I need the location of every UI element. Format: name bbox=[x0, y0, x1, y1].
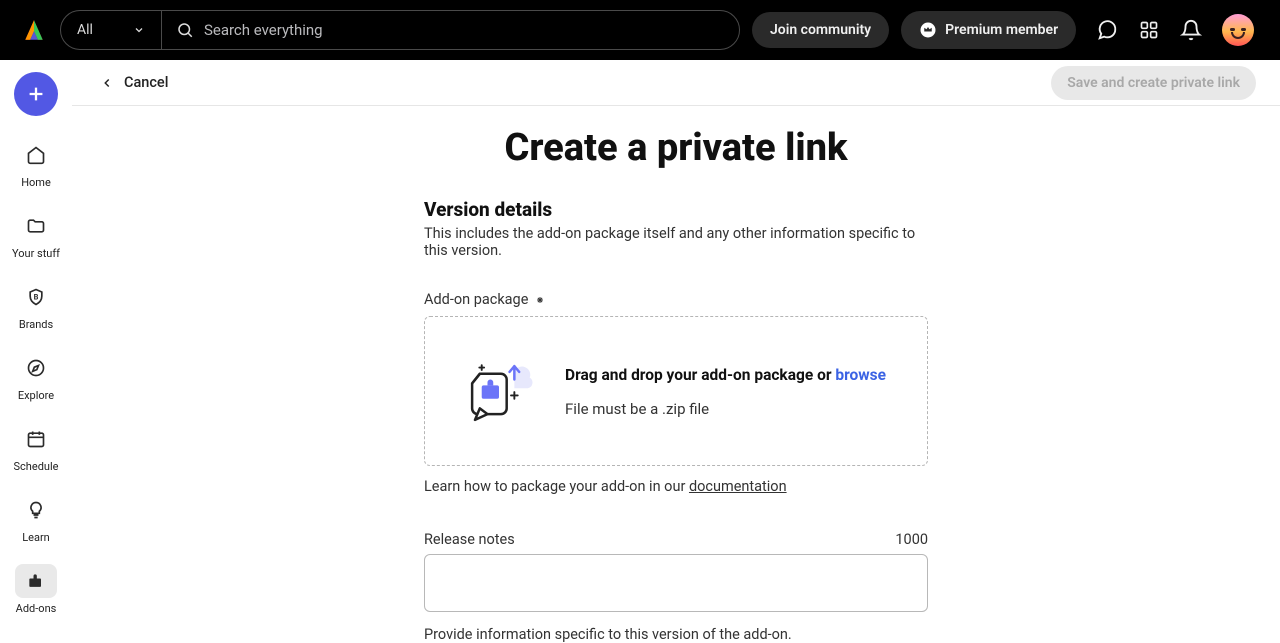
required-asterisk-icon bbox=[536, 296, 544, 304]
sidebar-item-addons[interactable]: Add-ons bbox=[0, 556, 72, 623]
search-icon bbox=[176, 21, 194, 39]
sidebar-item-brands[interactable]: B Brands bbox=[0, 272, 72, 339]
comment-icon[interactable] bbox=[1096, 19, 1118, 41]
folder-icon bbox=[25, 215, 47, 237]
search-filter-label: All bbox=[77, 22, 93, 38]
package-dropzone[interactable]: Drag and drop your add-on package or bro… bbox=[424, 316, 928, 466]
search-field[interactable] bbox=[162, 21, 739, 39]
sidebar-item-label: Learn bbox=[22, 531, 50, 544]
search-filter-dropdown[interactable]: All bbox=[61, 11, 162, 49]
premium-member-button[interactable]: Premium member bbox=[901, 11, 1076, 49]
sidebar-item-label: Your stuff bbox=[12, 247, 60, 260]
package-label: Add-on package bbox=[424, 291, 928, 308]
bell-icon[interactable] bbox=[1180, 19, 1202, 41]
subheader: Cancel Save and create private link bbox=[72, 60, 1280, 106]
cancel-button[interactable]: Cancel bbox=[100, 74, 168, 91]
sidebar-item-home[interactable]: Home bbox=[0, 130, 72, 197]
sidebar-item-explore[interactable]: Explore bbox=[0, 343, 72, 410]
dropzone-note: File must be a .zip file bbox=[565, 400, 886, 418]
create-button[interactable] bbox=[14, 72, 58, 116]
plus-icon bbox=[25, 83, 47, 105]
documentation-link[interactable]: documentation bbox=[689, 478, 787, 495]
lightbulb-icon bbox=[25, 499, 47, 521]
app-logo[interactable] bbox=[20, 16, 48, 44]
join-community-button[interactable]: Join community bbox=[752, 12, 889, 48]
crown-icon bbox=[919, 21, 937, 39]
page-title: Create a private link bbox=[504, 126, 847, 170]
notes-char-counter: 1000 bbox=[895, 531, 928, 548]
release-notes-input[interactable] bbox=[424, 554, 928, 612]
brand-shield-icon: B bbox=[25, 286, 47, 308]
sidebar-item-label: Explore bbox=[18, 389, 54, 402]
apps-grid-icon[interactable] bbox=[1138, 19, 1160, 41]
sidebar-item-label: Brands bbox=[19, 318, 53, 331]
section-desc: This includes the add-on package itself … bbox=[424, 225, 928, 259]
avatar[interactable] bbox=[1222, 14, 1254, 46]
sidebar-item-your-stuff[interactable]: Your stuff bbox=[0, 201, 72, 268]
save-create-link-button[interactable]: Save and create private link bbox=[1051, 66, 1256, 100]
section-title: Version details bbox=[424, 198, 928, 221]
svg-text:B: B bbox=[34, 293, 39, 302]
sidebar-item-label: Schedule bbox=[14, 460, 59, 473]
home-icon bbox=[25, 144, 47, 166]
chevron-left-icon bbox=[100, 76, 114, 90]
chevron-down-icon bbox=[133, 24, 145, 36]
compass-icon bbox=[25, 357, 47, 379]
notes-help-text: Provide information specific to this ver… bbox=[424, 626, 928, 643]
calendar-icon bbox=[25, 428, 47, 450]
browse-link[interactable]: browse bbox=[835, 366, 886, 384]
main-area: Cancel Save and create private link Crea… bbox=[72, 60, 1280, 643]
cancel-label: Cancel bbox=[124, 74, 168, 91]
sidebar-item-learn[interactable]: Learn bbox=[0, 485, 72, 552]
notes-label: Release notes bbox=[424, 531, 515, 548]
search-input[interactable] bbox=[204, 21, 725, 39]
search-container: All bbox=[60, 10, 740, 50]
sidebar: Home Your stuff B Brands Explore Schedul… bbox=[0, 60, 72, 643]
sidebar-item-schedule[interactable]: Schedule bbox=[0, 414, 72, 481]
addon-icon bbox=[25, 570, 47, 592]
dropzone-text: Drag and drop your add-on package or bro… bbox=[565, 364, 886, 387]
sidebar-item-label: Add-ons bbox=[16, 602, 57, 615]
package-help-text: Learn how to package your add-on in our … bbox=[424, 478, 928, 495]
upload-illustration-icon bbox=[451, 345, 541, 437]
sidebar-item-label: Home bbox=[21, 176, 51, 189]
top-header: All Join community Premium member bbox=[0, 0, 1280, 60]
